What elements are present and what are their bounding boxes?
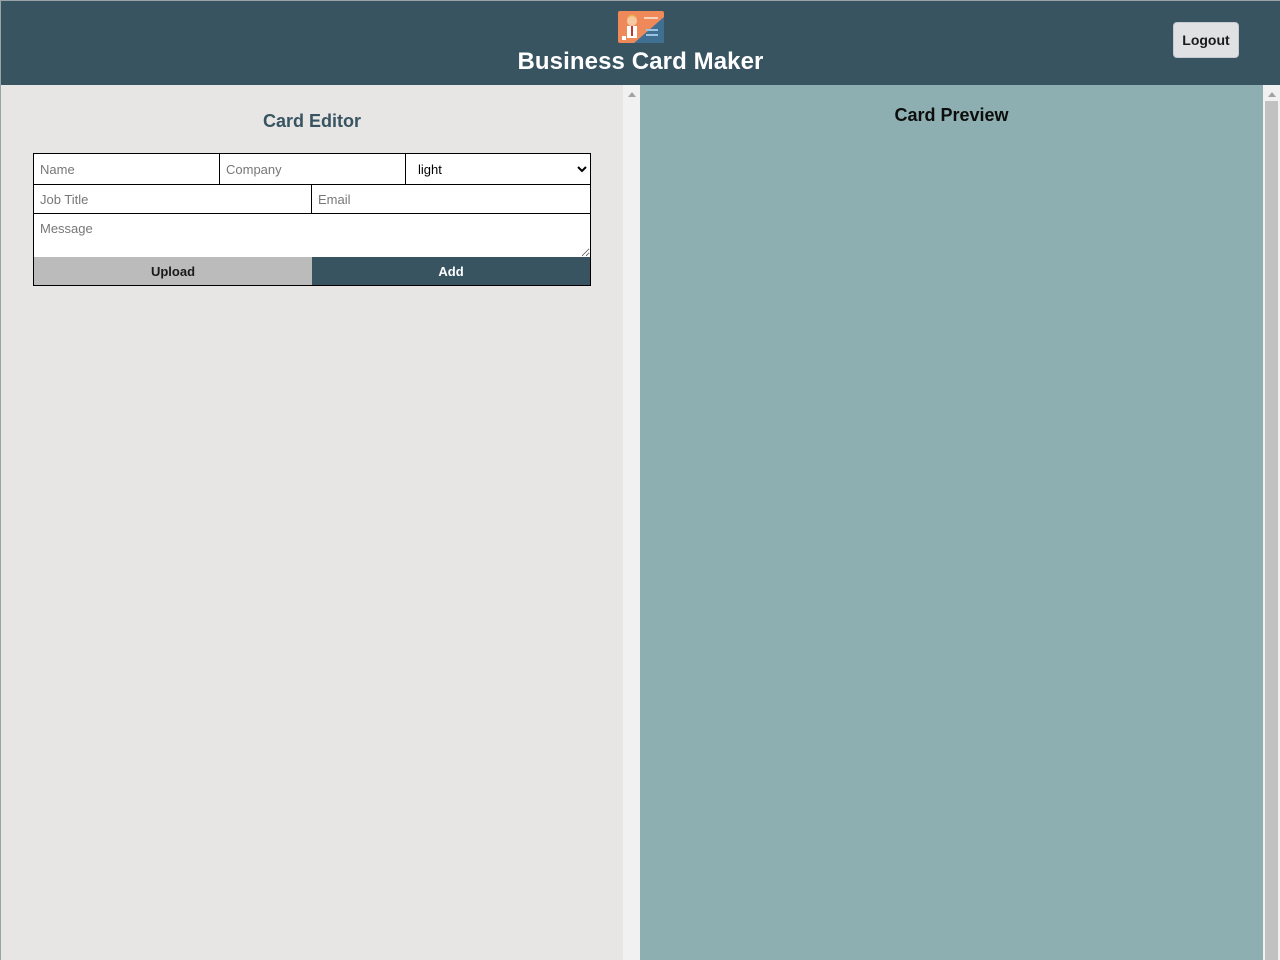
main-content: Card Editor light Upload	[1, 85, 1280, 960]
job-title-input[interactable]	[34, 185, 312, 213]
scroll-up-arrow-icon[interactable]	[1268, 92, 1276, 97]
form-row-1: light	[34, 154, 590, 185]
scroll-up-arrow-icon[interactable]	[628, 92, 636, 97]
app-window: Business Card Maker Logout Card Editor l…	[0, 0, 1280, 960]
app-title: Business Card Maker	[517, 48, 764, 75]
card-preview-title: Card Preview	[894, 105, 1009, 125]
message-textarea[interactable]	[34, 214, 590, 257]
name-input[interactable]	[34, 154, 220, 184]
upload-button[interactable]: Upload	[34, 257, 312, 285]
business-card-logo-icon	[617, 11, 664, 43]
card-editor-title: Card Editor	[262, 111, 361, 131]
preview-scrollbar-thumb[interactable]	[1265, 101, 1278, 960]
card-editor-panel: Card Editor light Upload	[1, 85, 623, 960]
form-row-3	[34, 214, 590, 257]
preview-scrollbar[interactable]	[1263, 85, 1280, 960]
editor-scrollbar[interactable]	[623, 85, 640, 960]
company-input[interactable]	[220, 154, 406, 184]
card-preview-panel: Card Preview	[640, 85, 1263, 960]
app-header: Business Card Maker Logout	[1, 1, 1280, 85]
form-row-2	[34, 185, 590, 214]
theme-select[interactable]: light	[406, 154, 590, 184]
logout-button[interactable]: Logout	[1173, 22, 1239, 58]
email-input[interactable]	[312, 185, 590, 213]
card-editor-form: light Upload Add	[33, 153, 591, 286]
add-button[interactable]: Add	[312, 257, 590, 285]
form-row-4: Upload Add	[34, 257, 590, 285]
